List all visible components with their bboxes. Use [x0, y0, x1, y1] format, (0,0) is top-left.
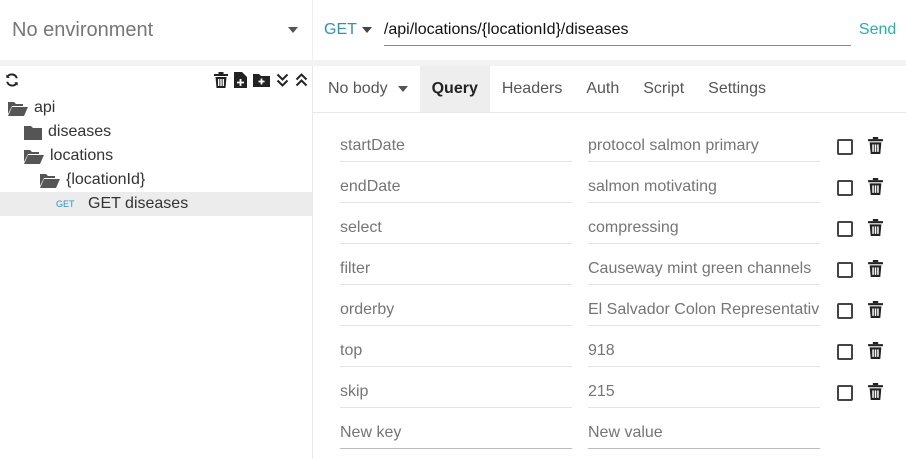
param-value-input[interactable] [588, 171, 820, 203]
send-button[interactable]: Send [859, 21, 896, 39]
tree-item-label: api [34, 99, 56, 116]
query-param-row [313, 212, 906, 253]
param-key-input[interactable] [340, 253, 572, 285]
folder-open-icon [40, 173, 60, 188]
url-bar: GET Send [313, 0, 906, 60]
folder-open-icon [24, 149, 44, 164]
tab-headers[interactable]: Headers [490, 66, 574, 112]
tree-item-label: GET diseases [88, 195, 189, 212]
trash-icon[interactable] [868, 219, 883, 241]
delete-all-icon[interactable] [214, 72, 228, 93]
query-param-row [313, 376, 906, 417]
query-params [313, 130, 906, 458]
param-value-input[interactable] [588, 212, 820, 244]
tab-query[interactable]: Query [419, 66, 490, 112]
tree-item-get-diseases[interactable]: GET GET diseases [0, 192, 312, 216]
param-enabled-checkbox[interactable] [837, 262, 853, 278]
query-param-row [313, 294, 906, 335]
chevron-down-icon [288, 27, 298, 33]
tab-script[interactable]: Script [631, 66, 696, 112]
tab-body[interactable]: No body [313, 66, 420, 112]
param-key-input[interactable] [340, 130, 572, 162]
trash-icon[interactable] [868, 260, 883, 282]
param-key-input[interactable] [340, 335, 572, 367]
query-param-row [313, 335, 906, 376]
param-value-input[interactable] [588, 253, 820, 285]
trash-icon[interactable] [868, 178, 883, 200]
tree-item-label: {locationId} [66, 171, 146, 188]
tree-item-location-id[interactable]: {locationId} [0, 168, 312, 192]
new-folder-icon[interactable] [253, 73, 270, 92]
param-enabled-checkbox[interactable] [837, 385, 853, 401]
chevron-down-icon [361, 27, 372, 33]
url-input[interactable] [383, 14, 851, 46]
new-file-icon[interactable] [234, 72, 247, 93]
expand-all-icon[interactable] [276, 73, 289, 92]
tab-auth[interactable]: Auth [574, 66, 631, 112]
method-badge: GET [56, 199, 75, 209]
new-param-row [313, 417, 906, 458]
method-selector[interactable]: GET [324, 21, 372, 39]
tree-actions [214, 72, 308, 93]
request-panel: No body Query Headers Auth Script Settin… [313, 66, 906, 459]
trash-icon[interactable] [868, 137, 883, 159]
app-window: No environment GET Send [0, 0, 906, 459]
tree-item-api[interactable]: api [0, 96, 312, 120]
param-enabled-checkbox[interactable] [837, 180, 853, 196]
tree-item-label: locations [50, 147, 114, 164]
query-param-row [313, 253, 906, 294]
param-value-input[interactable] [588, 376, 820, 408]
param-key-input[interactable] [340, 376, 572, 408]
trash-icon[interactable] [868, 301, 883, 323]
folder-open-icon [8, 101, 28, 116]
collapse-all-icon[interactable] [295, 73, 308, 92]
environment-selector[interactable]: No environment [0, 0, 313, 60]
environment-label: No environment [12, 18, 154, 41]
param-value-input[interactable] [588, 294, 820, 326]
trash-icon[interactable] [868, 342, 883, 364]
query-param-row [313, 171, 906, 212]
refresh-icon[interactable] [5, 73, 19, 92]
tree-item-diseases[interactable]: diseases [0, 120, 312, 144]
tab-settings[interactable]: Settings [696, 66, 778, 112]
param-key-input[interactable] [340, 294, 572, 326]
tree-toolbar [0, 66, 312, 96]
new-value-input[interactable] [588, 417, 820, 449]
param-value-input[interactable] [588, 335, 820, 367]
param-value-input[interactable] [588, 130, 820, 162]
chevron-down-icon [397, 86, 408, 92]
trash-icon[interactable] [868, 383, 883, 405]
tab-label: No body [328, 80, 388, 97]
param-key-input[interactable] [340, 171, 572, 203]
param-enabled-checkbox[interactable] [837, 139, 853, 155]
tree-item-locations[interactable]: locations [0, 144, 312, 168]
method-label: GET [324, 21, 357, 38]
param-key-input[interactable] [340, 212, 572, 244]
param-enabled-checkbox[interactable] [837, 344, 853, 360]
request-tabs: No body Query Headers Auth Script Settin… [313, 66, 906, 113]
query-param-row [313, 130, 906, 171]
new-key-input[interactable] [340, 417, 572, 449]
request-tree: api diseases locations {locationId} GET … [0, 66, 313, 459]
param-enabled-checkbox[interactable] [837, 221, 853, 237]
param-enabled-checkbox[interactable] [837, 303, 853, 319]
folder-icon [24, 125, 42, 140]
tree-item-label: diseases [48, 123, 112, 140]
